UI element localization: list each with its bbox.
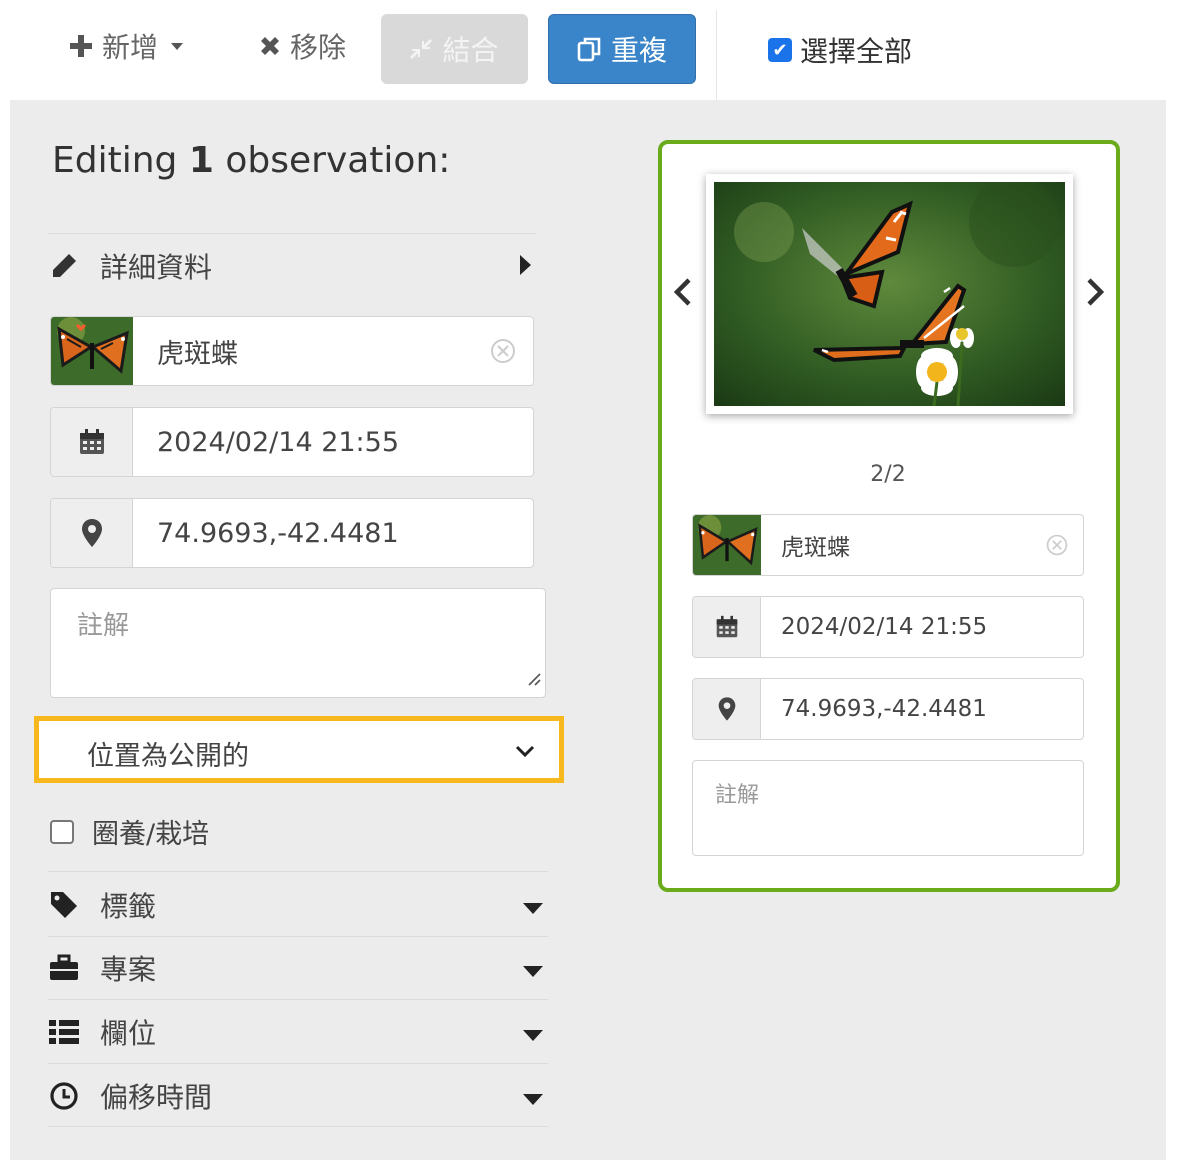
card-datetime-value[interactable]: 2024/02/14 21:55 — [761, 597, 1083, 657]
caret-down-icon — [522, 889, 544, 922]
location-field[interactable]: 74.9693,-42.4481 — [50, 498, 534, 568]
card-notes-textarea[interactable]: 註解 — [692, 760, 1084, 856]
geoprivacy-select[interactable]: 位置為公開的 — [34, 716, 564, 783]
pencil-icon — [48, 250, 80, 282]
tag-icon — [48, 889, 80, 921]
divider — [48, 999, 548, 1000]
briefcase-icon — [48, 952, 80, 984]
caret-down-icon — [522, 952, 544, 985]
select-all-toggle[interactable]: ✔ 選擇全部 — [768, 30, 912, 70]
section-tags[interactable]: 標籤 — [48, 885, 548, 925]
datetime-field[interactable]: 2024/02/14 21:55 — [50, 407, 534, 477]
section-tags-label: 標籤 — [100, 890, 157, 923]
notes-textarea[interactable]: 註解 — [50, 588, 546, 698]
card-location-field[interactable]: 74.9693,-42.4481 — [692, 678, 1084, 740]
captive-label: 圈養/栽培 — [92, 819, 210, 850]
add-dropdown-button[interactable]: 新增 — [68, 26, 184, 66]
editing-count: 1 — [188, 140, 214, 181]
resize-grip-icon[interactable] — [525, 663, 541, 693]
photo-counter: 2/2 — [870, 462, 906, 487]
divider — [48, 871, 548, 872]
next-photo-icon[interactable] — [1086, 278, 1105, 310]
caret-down-icon — [522, 1016, 544, 1049]
caret-down-icon — [171, 43, 184, 50]
section-fields[interactable]: 欄位 — [48, 1012, 548, 1052]
butterfly-photo — [714, 182, 1065, 406]
datetime-value[interactable]: 2024/02/14 21:55 — [133, 408, 533, 476]
clock-icon — [48, 1080, 80, 1112]
duplicate-label: 重複 — [610, 34, 667, 67]
close-icon — [261, 37, 279, 55]
card-location-value[interactable]: 74.9693,-42.4481 — [761, 679, 1083, 739]
section-projects[interactable]: 專案 — [48, 948, 548, 988]
divider — [48, 936, 548, 937]
combine-label: 結合 — [442, 34, 499, 67]
geoprivacy-value: 位置為公開的 — [87, 741, 249, 772]
card-datetime-field[interactable]: 2024/02/14 21:55 — [692, 596, 1084, 658]
observation-photo[interactable] — [706, 174, 1073, 414]
card-notes-placeholder: 註解 — [715, 783, 760, 808]
editing-title-suffix: observation: — [225, 140, 451, 181]
select-all-label: 選擇全部 — [800, 35, 913, 68]
toolbar: 新增 移除 結合 重複 ✔ 選擇全部 — [0, 0, 1178, 100]
list-icon — [48, 1016, 80, 1048]
combine-button[interactable]: 結合 — [381, 14, 528, 84]
caret-right-icon — [518, 250, 532, 283]
divider — [48, 233, 536, 234]
duplicate-button[interactable]: 重複 — [548, 14, 696, 84]
plus-icon — [70, 35, 92, 57]
remove-button[interactable]: 移除 — [258, 26, 346, 66]
remove-label: 移除 — [290, 31, 347, 64]
editing-title: Editing 1 observation: — [52, 140, 450, 181]
section-projects-label: 專案 — [100, 953, 157, 986]
copy-icon — [577, 37, 601, 62]
calendar-icon — [51, 408, 133, 476]
compress-icon — [410, 39, 433, 59]
notes-placeholder: 註解 — [77, 611, 130, 641]
select-all-checkbox[interactable]: ✔ — [768, 38, 792, 62]
card-clear-species-icon[interactable] — [1031, 515, 1083, 575]
card-species-field[interactable]: 虎斑蝶 — [692, 514, 1084, 576]
clear-species-icon[interactable] — [473, 317, 533, 385]
details-toggle[interactable]: 詳細資料 — [48, 246, 536, 286]
details-label: 詳細資料 — [100, 251, 213, 284]
previous-photo-icon[interactable] — [673, 278, 692, 310]
editing-title-prefix: Editing — [52, 140, 178, 181]
divider — [48, 1126, 548, 1127]
divider — [48, 1063, 548, 1064]
add-label: 新增 — [102, 31, 159, 64]
calendar-icon — [693, 597, 761, 657]
section-fields-label: 欄位 — [100, 1017, 157, 1050]
card-species-value: 虎斑蝶 — [781, 535, 850, 561]
section-time-offset-label: 偏移時間 — [100, 1081, 213, 1114]
species-value: 虎斑蝶 — [157, 338, 238, 370]
map-marker-icon — [693, 679, 761, 739]
species-thumbnail — [51, 317, 133, 385]
captive-checkbox[interactable] — [50, 819, 74, 844]
location-value[interactable]: 74.9693,-42.4481 — [133, 499, 533, 567]
caret-down-icon — [522, 1080, 544, 1113]
chevron-down-icon — [515, 743, 535, 762]
toolbar-divider — [716, 10, 717, 100]
species-field[interactable]: 虎斑蝶 — [50, 316, 534, 386]
card-species-thumbnail — [693, 515, 761, 575]
section-time-offset[interactable]: 偏移時間 — [48, 1076, 548, 1116]
map-marker-icon — [51, 499, 133, 567]
captive-checkbox-row[interactable]: 圈養/栽培 — [50, 812, 209, 851]
